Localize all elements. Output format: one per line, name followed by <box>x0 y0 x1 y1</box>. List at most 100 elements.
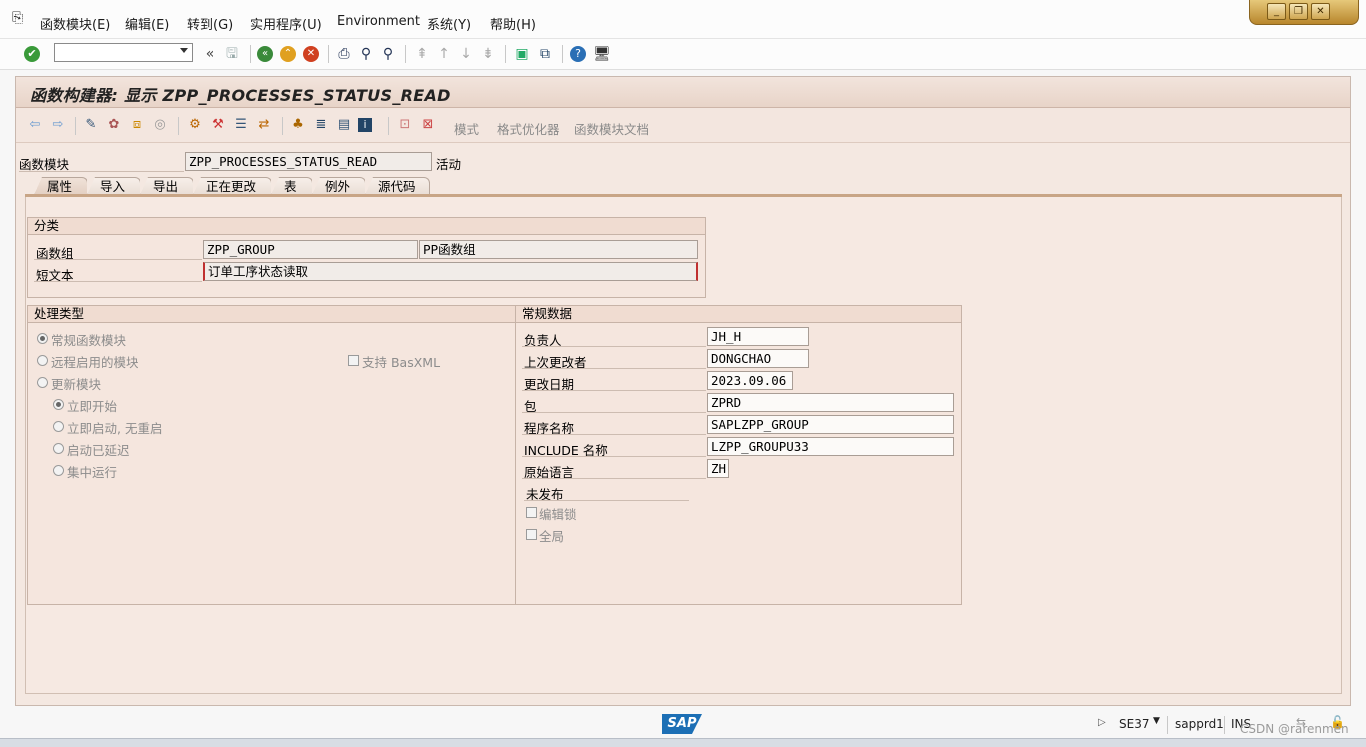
classification-group: 分类 函数组 ZPP_GROUP PP函数组 短文本 订单工序状态读取 <box>27 217 706 298</box>
command-field[interactable] <box>54 43 193 62</box>
help-icon[interactable]: ? <box>570 46 586 62</box>
tab-exceptions[interactable]: 例外 <box>312 177 366 195</box>
tab-body: 分类 函数组 ZPP_GROUP PP函数组 短文本 订单工序状态读取 处理类型… <box>25 197 1342 694</box>
chevron-down-icon[interactable]: ▼ <box>1153 716 1160 726</box>
tab-source-code[interactable]: 源代码 <box>365 177 430 195</box>
radio-start-immediately[interactable] <box>53 399 64 410</box>
collective-run-label: 集中运行 <box>67 465 118 480</box>
customize-layout-icon[interactable]: 🖥 <box>593 45 611 63</box>
previous-page-icon[interactable]: ↑ <box>435 45 453 63</box>
last-page-icon[interactable]: ⇟ <box>479 45 497 63</box>
display-object-list-icon[interactable]: ☰ <box>232 116 250 134</box>
changed-on-field: 2023.09.06 <box>707 371 793 390</box>
fm-status: 活动 <box>436 157 462 172</box>
new-session-icon[interactable]: ▣ <box>513 45 531 63</box>
immediate-no-restart-label: 立即启动, 无重启 <box>67 421 163 436</box>
pattern-button[interactable]: 模式 <box>454 119 479 138</box>
global-checkbox[interactable] <box>526 529 537 540</box>
start-immediately-label: 立即开始 <box>67 399 118 414</box>
menu-system[interactable]: 系统(Y) <box>427 14 471 33</box>
application-toolbar: ⇦ ⇨ ✎ ✿ ⧈ ◎ ⚙ ⚒ ☰ ⇄ ♣ ≣ ▤ i ⊡ ⊠ 模式 格式优化器… <box>16 108 1350 143</box>
edit-lock-checkbox[interactable] <box>526 507 537 518</box>
next-page-icon[interactable]: ↓ <box>457 45 475 63</box>
package-field: ZPRD <box>707 393 954 412</box>
check-icon[interactable]: ⧈ <box>128 116 146 134</box>
collapse-icon[interactable]: « <box>201 45 219 63</box>
test-icon[interactable]: ⚙ <box>186 116 204 134</box>
radio-collective-run[interactable] <box>53 465 64 476</box>
exit-icon[interactable]: ⌃ <box>280 46 296 62</box>
window-controls: _ ❐ ✕ <box>1249 0 1359 25</box>
enter-icon[interactable]: ✔ <box>24 46 40 62</box>
general-data-group: 常规数据 负责人 JH_H 上次更改者 DONGCHAO 更改日期 2023.0… <box>515 305 962 605</box>
restore-button[interactable]: ❐ <box>1289 3 1308 20</box>
fm-name-field[interactable]: ZPP_PROCESSES_STATUS_READ <box>185 152 432 171</box>
watermark: CSDN @rarenmen <box>1240 722 1349 736</box>
original-language-field: ZH <box>707 459 729 478</box>
menu-function-module[interactable]: 函数模块(E) <box>40 14 110 33</box>
title-bar: 函数构建器: 显示 ZPP_PROCESSES_STATUS_READ <box>16 77 1350 108</box>
normal-fm-label: 常规函数模块 <box>51 333 127 348</box>
start-delayed-label: 启动已延迟 <box>67 443 130 458</box>
remote-enabled-label: 远程启用的模块 <box>51 355 139 370</box>
function-group-desc-field: PP函数组 <box>419 240 698 259</box>
play-icon[interactable]: ▷ <box>1098 717 1106 728</box>
menu-environment[interactable]: Environment <box>337 14 420 29</box>
function-group-field[interactable]: ZPP_GROUP <box>203 240 418 259</box>
breakpoint-icon[interactable]: ⊡ <box>396 116 414 134</box>
tab-tables[interactable]: 表 <box>271 177 313 195</box>
tab-changing[interactable]: 正在更改 <box>193 177 272 195</box>
edit-lock-label: 编辑锁 <box>539 507 577 522</box>
basxml-label: 支持 BasXML <box>362 355 441 370</box>
include-name-field: LZPP_GROUPU33 <box>707 437 954 456</box>
general-data-title: 常规数据 <box>516 306 961 323</box>
short-text-field[interactable]: 订单工序状态读取 <box>203 262 698 281</box>
system-menu-icon[interactable]: ⎘ <box>12 10 28 26</box>
navigation-window-icon[interactable]: ⇄ <box>255 116 273 134</box>
chevron-down-icon[interactable] <box>180 48 188 53</box>
radio-start-delayed[interactable] <box>53 443 64 454</box>
list-icon[interactable]: ≣ <box>312 116 330 134</box>
basxml-checkbox[interactable] <box>348 355 359 366</box>
transaction-code: SE37 <box>1119 717 1150 731</box>
print-icon[interactable]: ⎙ <box>335 45 353 63</box>
find-next-icon[interactable]: ⚲ <box>379 45 397 63</box>
menu-bar: ⎘ 函数模块(E) 编辑(E) 转到(G) 实用程序(U) Environmen… <box>0 0 1366 39</box>
menu-edit[interactable]: 编辑(E) <box>125 14 169 33</box>
forward-arrow-icon[interactable]: ⇨ <box>49 116 67 134</box>
cancel-icon[interactable]: ✕ <box>303 46 319 62</box>
processing-type-title: 处理类型 <box>28 306 515 323</box>
sap-logo: SAP <box>662 714 702 734</box>
update-module-label: 更新模块 <box>51 377 102 392</box>
where-used-icon[interactable]: ⚒ <box>209 116 227 134</box>
fm-documentation-button[interactable]: 函数模块文档 <box>574 119 649 138</box>
activate-icon[interactable]: ◎ <box>151 116 169 134</box>
back-icon[interactable]: « <box>257 46 273 62</box>
menu-utilities[interactable]: 实用程序(U) <box>250 14 322 33</box>
stop-icon[interactable]: ⊠ <box>419 116 437 134</box>
find-icon[interactable]: ⚲ <box>357 45 375 63</box>
info-icon[interactable]: i <box>358 118 372 132</box>
pretty-printer-button[interactable]: 格式优化器 <box>497 119 560 138</box>
close-button[interactable]: ✕ <box>1311 3 1330 20</box>
menu-help[interactable]: 帮助(H) <box>490 14 536 33</box>
radio-remote-enabled[interactable] <box>37 355 48 366</box>
menu-goto[interactable]: 转到(G) <box>187 14 233 33</box>
table-icon[interactable]: ▤ <box>335 116 353 134</box>
back-arrow-icon[interactable]: ⇦ <box>26 116 44 134</box>
display-change-icon[interactable]: ✎ <box>82 116 100 134</box>
responsible-field: JH_H <box>707 327 809 346</box>
tab-import[interactable]: 导入 <box>87 177 141 195</box>
radio-update-module[interactable] <box>37 377 48 388</box>
radio-normal-fm[interactable] <box>37 333 48 344</box>
other-object-icon[interactable]: ✿ <box>105 116 123 134</box>
tab-export[interactable]: 导出 <box>140 177 194 195</box>
program-name-field: SAPLZPP_GROUP <box>707 415 954 434</box>
radio-immediate-no-restart[interactable] <box>53 421 64 432</box>
save-icon[interactable]: 🖫 <box>223 45 241 63</box>
hierarchy-icon[interactable]: ♣ <box>289 116 307 134</box>
first-page-icon[interactable]: ⇞ <box>413 45 431 63</box>
shortcut-icon[interactable]: ⧉ <box>536 45 554 63</box>
tab-attributes[interactable]: 属性 <box>34 177 88 195</box>
minimize-button[interactable]: _ <box>1267 3 1286 20</box>
